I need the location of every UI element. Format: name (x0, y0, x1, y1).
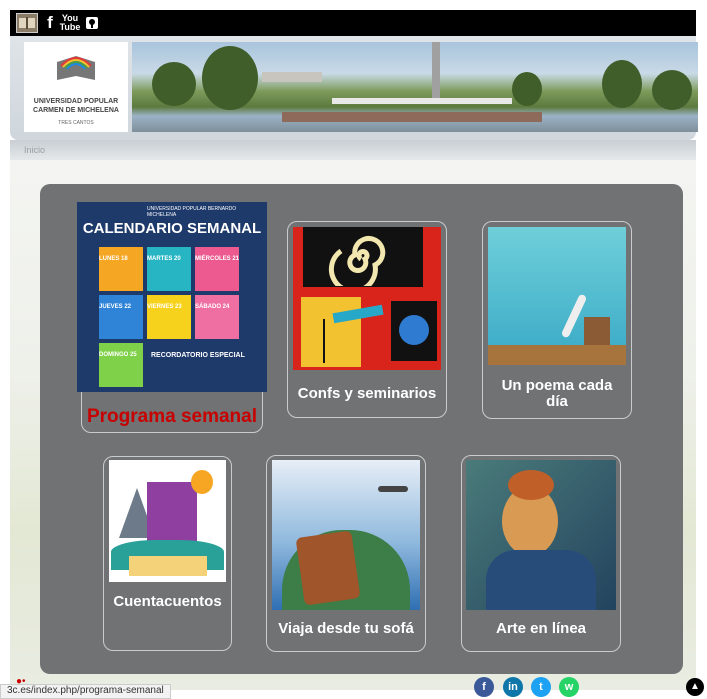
quill-books-image (488, 227, 626, 365)
book-rainbow-logo-icon (57, 56, 95, 80)
site-logo[interactable]: UNIVERSIDAD POPULAR CARMEN DE MICHELENA T… (24, 42, 128, 132)
logo-line-1: UNIVERSIDAD POPULAR CARMEN DE MICHELENA (33, 98, 119, 114)
poster-title: CALENDARIO SEMANAL (82, 220, 262, 237)
site-header: UNIVERSIDAD POPULAR CARMEN DE MICHELENA T… (10, 36, 698, 140)
logo-line-2: CARMEN DE MICHELENA (33, 107, 119, 114)
books-icon[interactable] (16, 13, 38, 33)
poster-day-2: MARTES 20 (147, 256, 181, 262)
breadcrumb-home[interactable]: Inicio (24, 145, 45, 155)
poster-day-5: VIERNES 23 (147, 304, 182, 310)
calendar-poster-image: UNIVERSIDAD POPULAR BERNARDO MICHELENA C… (77, 202, 267, 392)
pinterest-icon[interactable] (84, 13, 100, 33)
poster-note-title: RECORDATORIO ESPECIAL (151, 352, 245, 359)
youtube-icon[interactable]: You Tube (60, 13, 81, 33)
poster-day-6: SÁBADO 24 (195, 304, 230, 310)
card-label: Arte en línea (495, 620, 587, 637)
van-gogh-portrait-image (466, 460, 616, 610)
card-label: Cuentacuentos (113, 593, 222, 610)
breadcrumb: Inicio (10, 140, 696, 160)
poster-day-7: DOMINGO 25 (99, 352, 137, 358)
scroll-to-top-icon[interactable]: ▲ (686, 678, 704, 696)
card-poema-cada-dia[interactable]: Un poema cada día (482, 221, 632, 419)
earth-icon (399, 315, 429, 345)
airplane-icon (378, 486, 408, 492)
suitcase-icon (295, 530, 361, 606)
social-top-bar: f You Tube (10, 10, 696, 36)
spiral-galaxy-icon (328, 235, 386, 286)
card-programa-semanal[interactable]: UNIVERSIDAD POPULAR BERNARDO MICHELENA C… (77, 202, 267, 433)
header-banner-photo (132, 42, 698, 132)
share-linkedin-icon[interactable]: in (503, 677, 523, 697)
share-whatsapp-icon[interactable]: w (559, 677, 579, 697)
card-label: Programa semanal (86, 406, 258, 427)
poster-day-4: JUEVES 22 (99, 304, 132, 310)
card-cuentacuentos[interactable]: Cuentacuentos (103, 456, 232, 651)
poster-brand: UNIVERSIDAD POPULAR BERNARDO MICHELENA (147, 206, 237, 218)
share-twitter-icon[interactable]: t (531, 677, 551, 697)
storybook-castle-image (109, 460, 226, 582)
poster-day-3: MIÉRCOLES 21 (195, 256, 240, 262)
telescope-image (293, 227, 441, 370)
travel-suitcase-image (272, 460, 420, 610)
card-label: Viaja desde tu sofá (278, 620, 414, 637)
card-arte-en-linea[interactable]: Arte en línea (461, 455, 621, 652)
logo-line-3: TRES CANTOS (58, 120, 94, 126)
facebook-icon[interactable]: f (44, 13, 56, 33)
card-confs-seminarios[interactable]: Confs y seminarios (287, 221, 447, 418)
open-book-icon (129, 556, 207, 576)
card-label: Confs y seminarios (297, 385, 437, 402)
card-viaja-desde-tu-sofa[interactable]: Viaja desde tu sofá (266, 455, 426, 652)
card-label: Un poema cada día (501, 377, 613, 410)
share-facebook-icon[interactable]: f (474, 677, 494, 697)
telescope-icon (323, 319, 325, 363)
poster-day-1: LUNES 18 (99, 256, 128, 262)
